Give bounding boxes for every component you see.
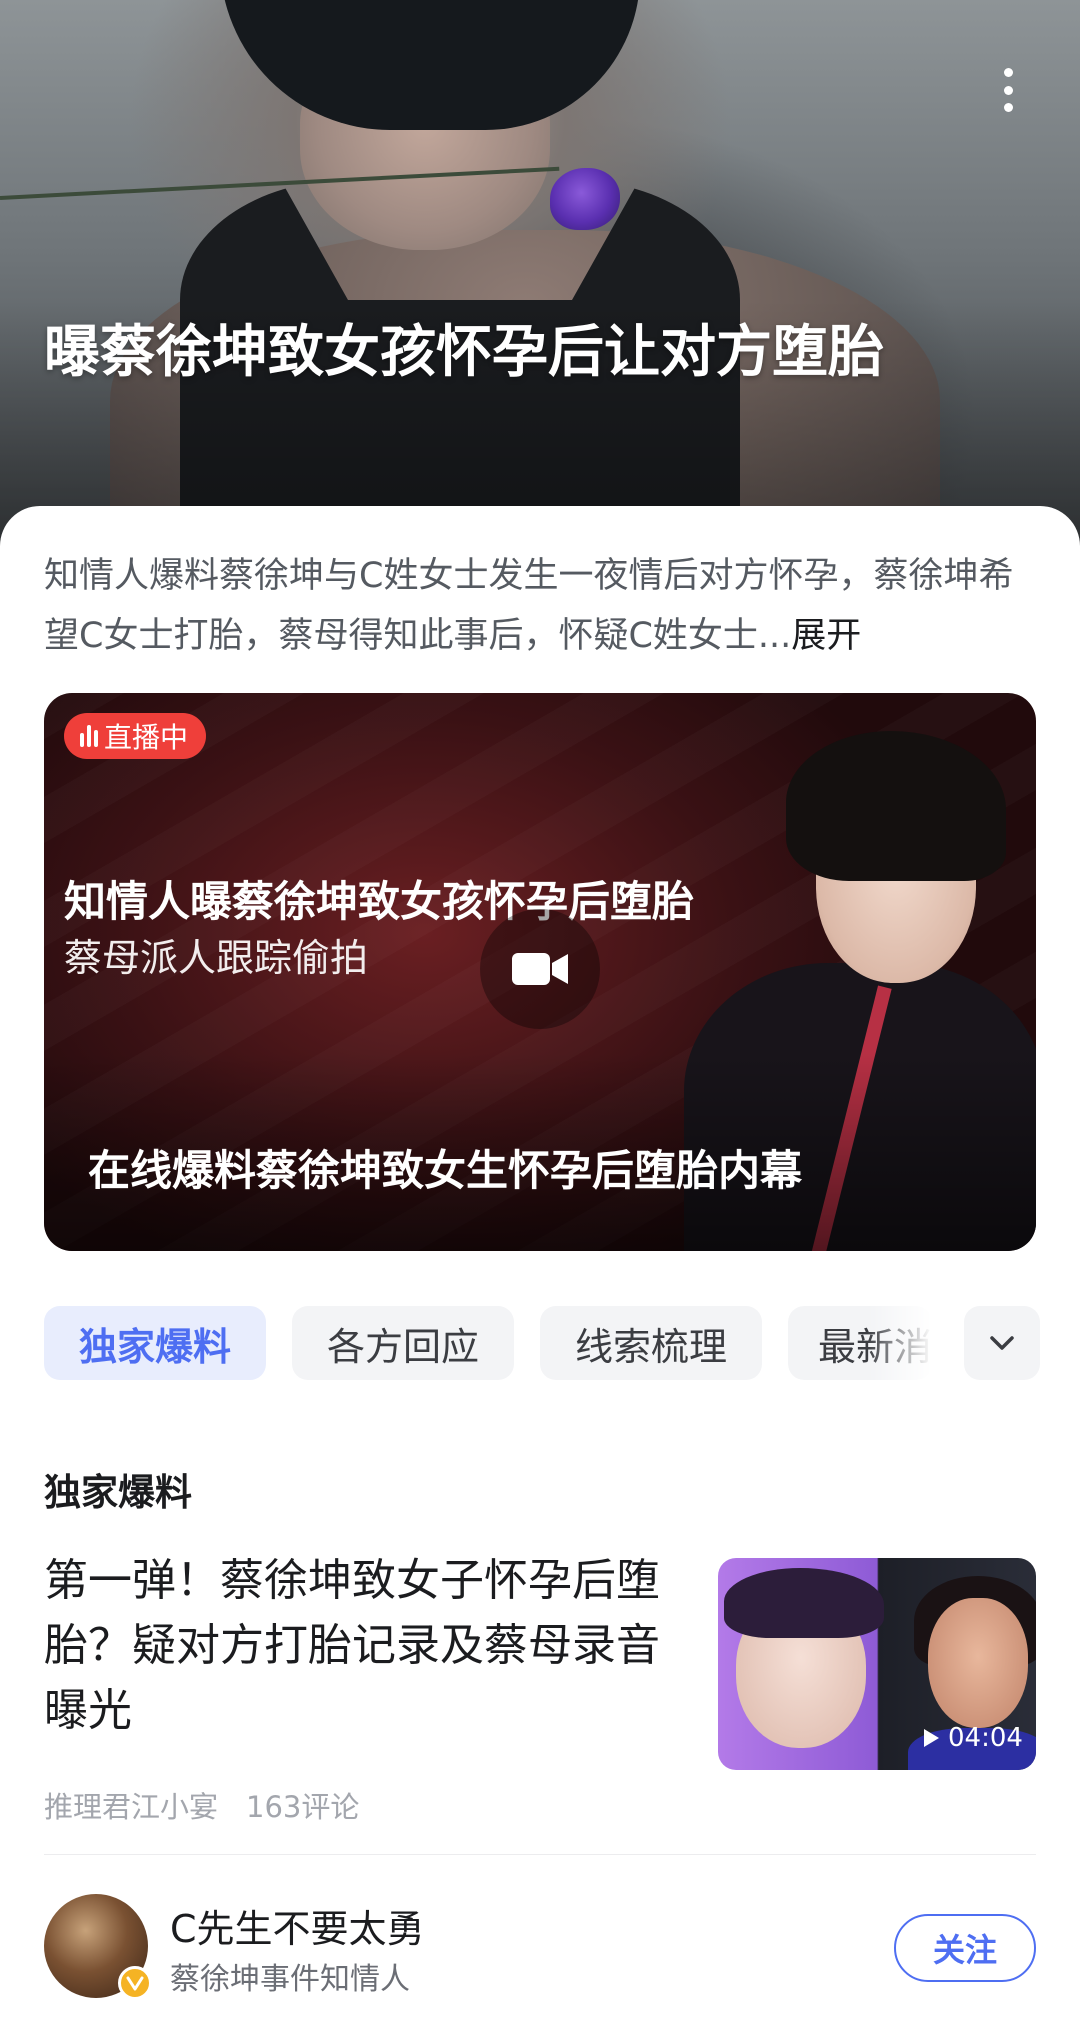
play-icon bbox=[924, 1729, 939, 1747]
article-thumbnail[interactable]: 04:04 bbox=[718, 1558, 1036, 1770]
summary-text: 知情人爆料蔡徐坤与C姓女士发生一夜情后对方怀孕，蔡徐坤希望C女士打胎，蔡母得知此… bbox=[44, 546, 1040, 666]
live-bars-icon bbox=[80, 725, 98, 747]
article-title[interactable]: 第一弹！蔡徐坤致女子怀孕后堕胎？疑对方打胎记录及蔡母录音曝光 bbox=[44, 1548, 684, 1743]
verified-v-icon bbox=[118, 1966, 152, 2000]
tab-exclusive[interactable]: 独家爆料 bbox=[44, 1306, 266, 1380]
tab-clues[interactable]: 线索梳理 bbox=[540, 1306, 762, 1380]
more-vertical-icon[interactable] bbox=[990, 62, 1026, 118]
thumb-hair-left bbox=[724, 1568, 884, 1638]
video-subtitle: 蔡母派人跟踪偷拍 bbox=[64, 936, 369, 980]
article-comments: 163评论 bbox=[246, 1790, 360, 1824]
live-badge-label: 直播中 bbox=[104, 721, 189, 754]
live-video-card[interactable]: 直播中 知情人曝蔡徐坤致女孩怀孕后堕胎 蔡母派人跟踪偷拍 在线爆料蔡徐坤致女生怀… bbox=[44, 693, 1036, 1251]
thumb-face-right bbox=[928, 1598, 1028, 1728]
topic-tabs: 独家爆料 各方回应 线索梳理 最新消息 bbox=[44, 1306, 1044, 1380]
author-row: C先生不要太勇 蔡徐坤事件知情人 关注 bbox=[0, 1894, 1080, 2004]
hero-banner bbox=[0, 0, 1080, 560]
author-description: 蔡徐坤事件知情人 bbox=[170, 1962, 410, 1997]
tab-latest[interactable]: 最新消息 bbox=[788, 1306, 932, 1380]
article-item[interactable]: 第一弹！蔡徐坤致女子怀孕后堕胎？疑对方打胎记录及蔡母录音曝光 04:04 推理君… bbox=[0, 1548, 1080, 1824]
section-title: 独家爆料 bbox=[44, 1471, 192, 1514]
hero-title: 曝蔡徐坤致女孩怀孕后让对方堕胎 bbox=[44, 320, 884, 385]
chevron-down-icon[interactable] bbox=[964, 1306, 1040, 1380]
live-badge: 直播中 bbox=[64, 713, 207, 759]
video-duration: 04:04 bbox=[912, 1718, 1033, 1758]
video-camera-icon[interactable] bbox=[480, 909, 600, 1029]
expand-link[interactable]: 展开 bbox=[791, 616, 861, 656]
hero-photo-hair bbox=[220, 0, 640, 130]
duration-label: 04:04 bbox=[948, 1723, 1023, 1753]
article-source: 推理君江小宴 bbox=[44, 1790, 219, 1824]
hero-photo-rose bbox=[550, 168, 620, 230]
follow-button[interactable]: 关注 bbox=[894, 1914, 1036, 1982]
video-title: 知情人曝蔡徐坤致女孩怀孕后堕胎 bbox=[64, 877, 695, 926]
divider bbox=[44, 1854, 1036, 1855]
video-caption: 在线爆料蔡徐坤致女生怀孕后堕胎内幕 bbox=[88, 1146, 803, 1195]
author-name[interactable]: C先生不要太勇 bbox=[170, 1898, 425, 1953]
article-meta: 推理君江小宴 163评论 bbox=[44, 1784, 359, 1826]
tab-responses[interactable]: 各方回应 bbox=[292, 1306, 514, 1380]
summary-body: 知情人爆料蔡徐坤与C姓女士发生一夜情后对方怀孕，蔡徐坤希望C女士打胎，蔡母得知此… bbox=[44, 556, 1014, 656]
